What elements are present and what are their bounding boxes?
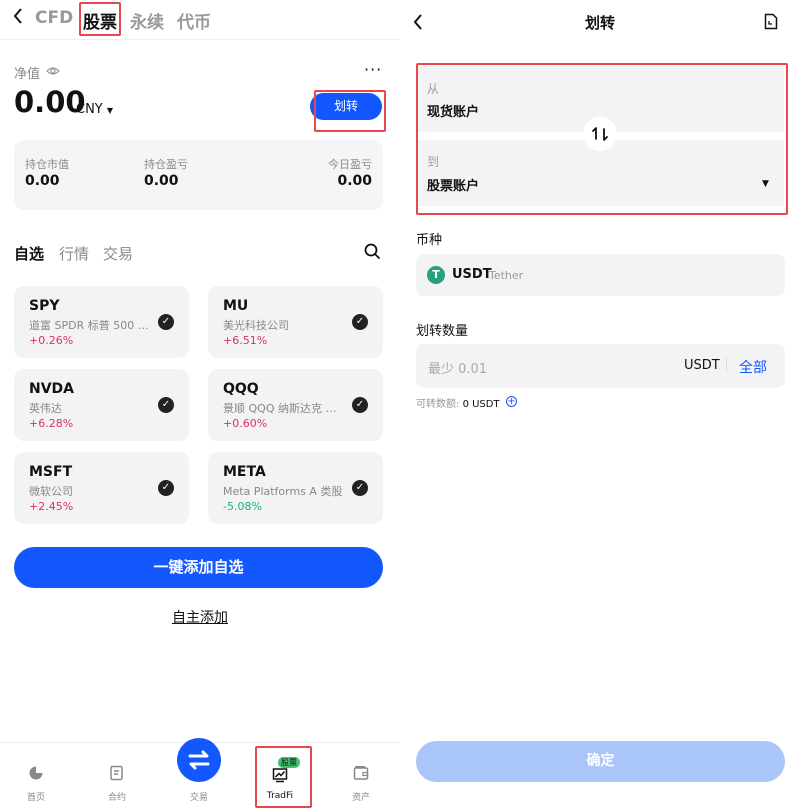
transfer-panel: 划转 从 现货账户 到 股票账户 ▼ 币种 T USDT Tether 划转数量… xyxy=(400,0,800,811)
amount-unit: USDT xyxy=(684,358,720,373)
stock-symbol: META xyxy=(223,464,266,480)
divider xyxy=(726,358,727,372)
stat-label: 今日盈亏 xyxy=(328,158,372,171)
highlight-box-from-to xyxy=(416,63,788,215)
all-button[interactable]: 全部 xyxy=(739,357,767,377)
swap-icon xyxy=(177,738,221,782)
stock-change: -5.08% xyxy=(223,500,262,513)
stock-change: +0.26% xyxy=(29,334,74,347)
stock-symbol: MU xyxy=(223,298,249,314)
nav-home[interactable]: 首页 xyxy=(6,743,66,803)
stat-label: 持仓市值 xyxy=(25,158,69,171)
available-value: 0 USDT xyxy=(462,399,500,410)
check-icon[interactable]: ✓ xyxy=(158,397,174,413)
check-icon[interactable]: ✓ xyxy=(352,314,368,330)
home-icon xyxy=(6,765,66,783)
stock-symbol: NVDA xyxy=(29,381,75,397)
currency-select[interactable]: T USDT Tether xyxy=(416,254,785,296)
amount-label: 划转数量 xyxy=(416,324,469,339)
coin-name: Tether xyxy=(489,269,524,282)
nav-assets[interactable]: 资产 xyxy=(331,743,391,803)
add-circle-icon[interactable]: + xyxy=(506,396,517,407)
watchlist-card[interactable]: META Meta Platforms A 类股 -5.08% ✓ xyxy=(208,452,383,524)
position-stats-card: 持仓市值 0.00 持仓盈亏 0.00 今日盈亏 0.00 xyxy=(14,140,383,210)
stock-name: 微软公司 xyxy=(29,485,73,498)
tab-cfd[interactable]: CFD xyxy=(35,8,73,28)
stocks-panel: CFD 股票 永续 代币 净值 ··· 0.00 CNY ▼ 划转 持仓市值 0… xyxy=(0,0,400,811)
top-nav: CFD 股票 永续 代币 xyxy=(0,0,400,40)
wallet-icon xyxy=(331,765,391,783)
amount-field[interactable]: 最少 0.01 USDT 全部 xyxy=(416,344,785,388)
nav-contract[interactable]: 合约 xyxy=(87,743,147,803)
document-icon[interactable] xyxy=(764,13,778,34)
chevron-left-icon[interactable] xyxy=(12,6,24,31)
stock-change: +2.45% xyxy=(29,500,74,513)
stock-name: 景顺 QQQ 纳斯达克 100 ETF xyxy=(223,402,343,415)
coin-symbol: USDT xyxy=(452,267,492,282)
watchlist-card[interactable]: SPY 道富 SPDR 标普 500 ETF +0.26% ✓ xyxy=(14,286,189,358)
stock-name: 美光科技公司 xyxy=(223,319,289,332)
highlight-box-transfer xyxy=(314,90,386,132)
stock-name: 道富 SPDR 标普 500 ETF xyxy=(29,319,149,332)
nav-trade[interactable]: 交易 xyxy=(169,738,229,803)
subtab-watchlist[interactable]: 自选 xyxy=(14,243,44,264)
amount-placeholder[interactable]: 最少 0.01 xyxy=(428,358,487,377)
contract-icon xyxy=(87,765,147,783)
stock-symbol: SPY xyxy=(29,298,60,314)
stock-symbol: QQQ xyxy=(223,381,259,397)
stock-change: +6.28% xyxy=(29,417,74,430)
subtab-market[interactable]: 行情 xyxy=(59,243,89,264)
search-icon[interactable] xyxy=(364,243,381,264)
nav-label: 交易 xyxy=(189,793,208,803)
stock-symbol: MSFT xyxy=(29,464,73,480)
bottom-nav: 首页 合约 交易 股票 TradFi 资产 xyxy=(0,738,400,811)
check-icon[interactable]: ✓ xyxy=(352,480,368,496)
stock-name: 英伟达 xyxy=(29,402,62,415)
add-manually-row: 自主添加 xyxy=(0,607,400,627)
available-row: 可转数额: 0 USDT xyxy=(416,395,500,410)
stock-change: +6.51% xyxy=(223,334,268,347)
stat-value: 0.00 xyxy=(337,173,372,189)
nav-label: 合约 xyxy=(107,793,126,803)
stat-value: 0.00 xyxy=(25,173,60,189)
stat-value: 0.00 xyxy=(144,173,179,189)
currency-select[interactable]: CNY ▼ xyxy=(76,102,113,117)
confirm-button[interactable]: 确定 xyxy=(416,741,785,782)
check-icon[interactable]: ✓ xyxy=(158,480,174,496)
net-value-label: 净值 xyxy=(14,67,41,82)
stat-label: 持仓盈亏 xyxy=(144,158,188,171)
tether-icon: T xyxy=(427,266,445,284)
watchlist-card[interactable]: NVDA 英伟达 +6.28% ✓ xyxy=(14,369,189,441)
currency-section-label: 币种 xyxy=(416,233,443,248)
eye-icon[interactable] xyxy=(46,63,60,82)
highlight-box-stocks-tab xyxy=(79,2,121,36)
watchlist-card[interactable]: QQQ 景顺 QQQ 纳斯达克 100 ETF +0.60% ✓ xyxy=(208,369,383,441)
stock-change: +0.60% xyxy=(223,417,268,430)
stock-name: Meta Platforms A 类股 xyxy=(223,485,343,498)
currency-label: CNY xyxy=(76,102,103,117)
caret-down-icon: ▼ xyxy=(106,106,114,115)
highlight-box-tradfi xyxy=(255,746,312,808)
watchlist-card[interactable]: MSFT 微软公司 +2.45% ✓ xyxy=(14,452,189,524)
available-label: 可转数额: xyxy=(416,399,460,410)
subtab-trade[interactable]: 交易 xyxy=(103,243,133,264)
nav-label: 首页 xyxy=(26,793,45,803)
page-title: 划转 xyxy=(584,14,615,32)
more-dots-icon[interactable]: ··· xyxy=(364,60,382,79)
tab-perpetual[interactable]: 永续 xyxy=(130,8,164,33)
check-icon[interactable]: ✓ xyxy=(352,397,368,413)
add-all-watchlist-button[interactable]: 一键添加自选 xyxy=(14,547,383,588)
check-icon[interactable]: ✓ xyxy=(158,314,174,330)
watchlist-card[interactable]: MU 美光科技公司 +6.51% ✓ xyxy=(208,286,383,358)
add-manually-link[interactable]: 自主添加 xyxy=(172,610,228,626)
net-value: 0.00 xyxy=(14,85,86,119)
nav-label: 资产 xyxy=(351,793,370,803)
tab-tokens[interactable]: 代币 xyxy=(177,8,211,33)
